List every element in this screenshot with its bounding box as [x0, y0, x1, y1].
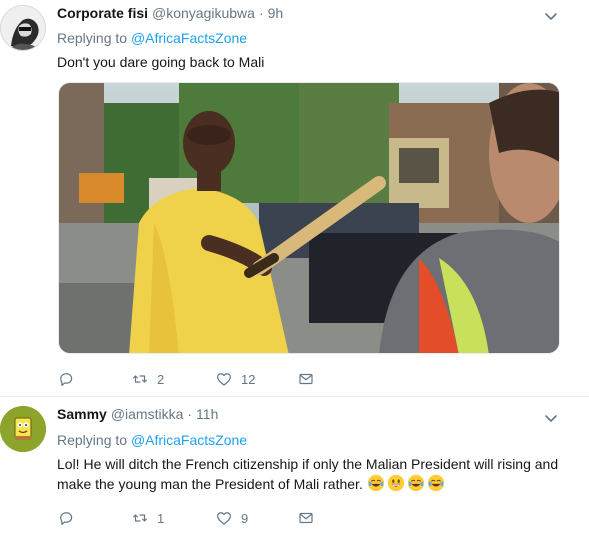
like-button[interactable]: 9	[215, 509, 297, 527]
tweet-actions: 2 12	[57, 369, 315, 389]
emoji-group	[367, 474, 447, 492]
avatar[interactable]	[0, 5, 46, 51]
heart-icon	[217, 512, 231, 525]
tweet[interactable]: Sammy @iamstikka · 11h Replying to @Afri…	[0, 397, 589, 534]
replying-to: Replying to @AfricaFactsZone	[57, 30, 247, 46]
tears-of-joy-emoji	[427, 474, 444, 492]
message-button[interactable]	[297, 370, 315, 388]
like-button[interactable]: 12	[215, 370, 297, 388]
envelope-icon	[299, 373, 313, 385]
retweet-icon	[133, 375, 147, 383]
replying-prefix: Replying to	[57, 432, 128, 448]
retweet-icon	[133, 514, 147, 522]
reply-icon	[60, 373, 73, 386]
retweet-button[interactable]: 1	[131, 509, 215, 527]
tweet-text: Don't you dare going back to Mali	[57, 54, 265, 70]
reply-button[interactable]	[57, 370, 131, 388]
display-name[interactable]: Sammy	[57, 406, 107, 422]
replying-to: Replying to @AfricaFactsZone	[57, 432, 247, 448]
tears-of-joy-emoji	[407, 474, 424, 492]
heart-icon	[217, 373, 231, 386]
grinning-emoji	[387, 474, 404, 492]
separator: ·	[258, 5, 264, 21]
like-count: 9	[241, 510, 249, 526]
user-handle[interactable]: @iamstikka	[111, 406, 184, 422]
display-name[interactable]: Corporate fisi	[57, 5, 148, 21]
user-handle[interactable]: @konyagikubwa	[152, 5, 255, 21]
tweet-text: Lol! He will ditch the French citizenshi…	[57, 454, 577, 494]
retweet-button[interactable]: 2	[131, 370, 215, 388]
media-gif[interactable]	[58, 82, 560, 354]
separator: ·	[187, 406, 193, 422]
timestamp[interactable]: 9h	[268, 5, 284, 21]
tweet-actions: 1 9	[57, 508, 315, 528]
chevron-down-icon[interactable]	[543, 410, 559, 426]
tweet-header: Corporate fisi @konyagikubwa · 9h	[57, 5, 283, 23]
avatar[interactable]	[0, 406, 46, 452]
retweet-count: 2	[157, 371, 165, 387]
tweet-header: Sammy @iamstikka · 11h	[57, 406, 218, 424]
chevron-down-icon[interactable]	[543, 8, 559, 24]
reply-icon	[60, 512, 73, 525]
mention-link[interactable]: @AfricaFactsZone	[131, 30, 247, 46]
gif-frame-image	[59, 83, 559, 353]
tweet[interactable]: Corporate fisi @konyagikubwa · 9h Replyi…	[0, 0, 589, 397]
tears-of-joy-emoji	[367, 474, 384, 492]
timestamp[interactable]: 11h	[196, 406, 218, 422]
replying-prefix: Replying to	[57, 30, 128, 46]
reply-button[interactable]	[57, 509, 131, 527]
envelope-icon	[299, 512, 313, 524]
tweet-text-body: Lol! He will ditch the French citizenshi…	[57, 456, 559, 492]
like-count: 12	[241, 371, 256, 387]
mention-link[interactable]: @AfricaFactsZone	[131, 432, 247, 448]
retweet-count: 1	[157, 510, 165, 526]
message-button[interactable]	[297, 509, 315, 527]
